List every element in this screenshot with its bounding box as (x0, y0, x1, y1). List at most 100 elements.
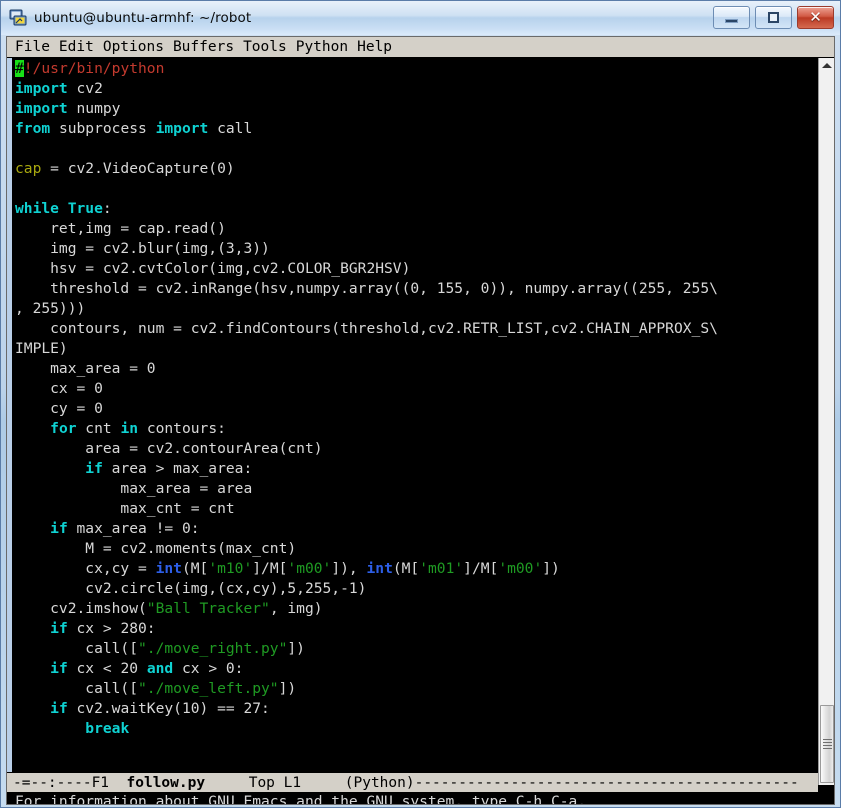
code-token: M = cv2.moments(max_cnt) (15, 540, 297, 557)
code-line: call(["./move_right.py"]) (15, 639, 818, 659)
code-token: and (146, 660, 174, 677)
code-line: #!/usr/bin/python (15, 59, 818, 79)
close-button[interactable]: ✕ (797, 6, 834, 29)
menu-item-options[interactable]: Options (103, 39, 164, 55)
scrollbar-thumb[interactable] (820, 705, 834, 783)
code-token: (M[ (181, 560, 209, 577)
code-line: threshold = cv2.inRange(hsv,numpy.array(… (15, 279, 818, 299)
code-line: cv2.circle(img,(cx,cy),5,255,-1) (15, 579, 818, 599)
code-token: , 255))) (15, 300, 86, 317)
code-buffer[interactable]: #!/usr/bin/python import cv2 import numpy f… (15, 59, 818, 739)
minimize-button[interactable] (713, 6, 750, 29)
code-token: area = cv2.contourArea(cnt) (15, 440, 323, 457)
code-token: ]/M[ (252, 560, 288, 577)
emacs-frame: File Edit Options Buffers Tools Python H… (6, 36, 835, 805)
code-line: import numpy (15, 99, 818, 119)
code-line: for cnt in contours: (15, 419, 818, 439)
code-token: for (50, 420, 77, 437)
code-line: call(["./move_left.py"]) (15, 679, 818, 699)
modeline-position: Top L1 (Python) (205, 775, 415, 791)
code-token: import (155, 120, 209, 137)
maximize-button[interactable] (755, 6, 792, 29)
code-token: ]) (278, 680, 297, 697)
left-fringe (7, 58, 12, 785)
code-token: area > max_area: (102, 460, 253, 477)
code-line: break (15, 719, 818, 739)
menu-item-help[interactable]: Help (357, 39, 392, 55)
code-line: cx,cy = int(M['m10']/M['m00']), int(M['m… (15, 559, 818, 579)
code-token: if (50, 660, 68, 677)
code-token: if (50, 700, 68, 717)
code-token: cnt (76, 420, 121, 437)
code-token: "./move_left.py" (138, 680, 279, 697)
minimize-icon (725, 19, 738, 23)
code-token: call([ (15, 680, 139, 697)
code-line: max_area = 0 (15, 359, 818, 379)
code-token: IMPLE) (15, 340, 68, 357)
code-token: int (155, 560, 182, 577)
code-token: call([ (15, 640, 139, 657)
code-token: from (15, 120, 51, 137)
code-line: cy = 0 (15, 399, 818, 419)
code-line: if max_area != 0: (15, 519, 818, 539)
menu-item-buffers[interactable]: Buffers (173, 39, 234, 55)
code-token: 'm00' (287, 560, 332, 577)
code-token: int (366, 560, 393, 577)
code-line: , 255))) (15, 299, 818, 319)
code-token: cy = 0 (15, 400, 103, 417)
code-token: if (50, 620, 68, 637)
scrollbar-grip-icon (822, 737, 832, 751)
code-line: if cx < 20 and cx > 0: (15, 659, 818, 679)
window-title: ubuntu@ubuntu-armhf: ~/robot (34, 10, 252, 26)
editor-text-area[interactable]: #!/usr/bin/python import cv2 import numpy f… (7, 58, 818, 785)
code-token: "./move_right.py" (138, 640, 288, 657)
scroll-up-arrow-icon[interactable] (819, 58, 834, 73)
menu-item-python[interactable]: Python (296, 39, 348, 55)
menu-item-tools[interactable]: Tools (243, 39, 287, 55)
code-token: # (15, 60, 24, 77)
code-token: max_area = 0 (15, 360, 156, 377)
close-icon: ✕ (809, 8, 822, 26)
code-line: area = cv2.contourArea(cnt) (15, 439, 818, 459)
code-token: break (85, 720, 130, 737)
code-token: 'm10' (208, 560, 253, 577)
code-token: cv2.imshow( (15, 600, 147, 617)
code-token: in (120, 420, 139, 437)
code-token: : (102, 200, 112, 217)
window-controls: ✕ (713, 6, 834, 29)
minibuffer[interactable]: For information about GNU Emacs and the … (7, 792, 818, 804)
code-line: cx = 0 (15, 379, 818, 399)
code-token: contours: (138, 420, 226, 437)
code-line: max_area = area (15, 479, 818, 499)
code-token: max_area != 0: (67, 520, 200, 537)
vertical-scrollbar[interactable] (818, 58, 834, 785)
code-token: ]), (331, 560, 367, 577)
code-line: ret,img = cap.read() (15, 219, 818, 239)
code-token: True (67, 200, 103, 217)
code-token: cx > 280: (67, 620, 156, 637)
window-titlebar[interactable]: ubuntu@ubuntu-armhf: ~/robot ✕ (1, 1, 840, 35)
code-line: while True: (15, 199, 818, 219)
menu-item-file[interactable]: File (15, 39, 50, 55)
menu-bar: File Edit Options Buffers Tools Python H… (7, 37, 834, 58)
modeline-prefix: -=--:----F1 (13, 775, 127, 791)
code-token: import (15, 80, 68, 97)
code-token: call (208, 120, 253, 137)
code-token: ]) (287, 640, 305, 657)
code-token: cv2.waitKey(10) == 27: (67, 700, 270, 717)
code-line: max_cnt = cnt (15, 499, 818, 519)
code-token: cv2.circle(img,(cx,cy),5,255,-1) (15, 580, 367, 597)
menu-item-edit[interactable]: Edit (59, 39, 94, 55)
code-token: 'm01' (419, 560, 464, 577)
code-line: if cv2.waitKey(10) == 27: (15, 699, 818, 719)
code-token: ret,img = cap.read() (15, 220, 226, 237)
maximize-icon (768, 12, 779, 23)
code-token: !/usr/bin/python (23, 60, 165, 77)
